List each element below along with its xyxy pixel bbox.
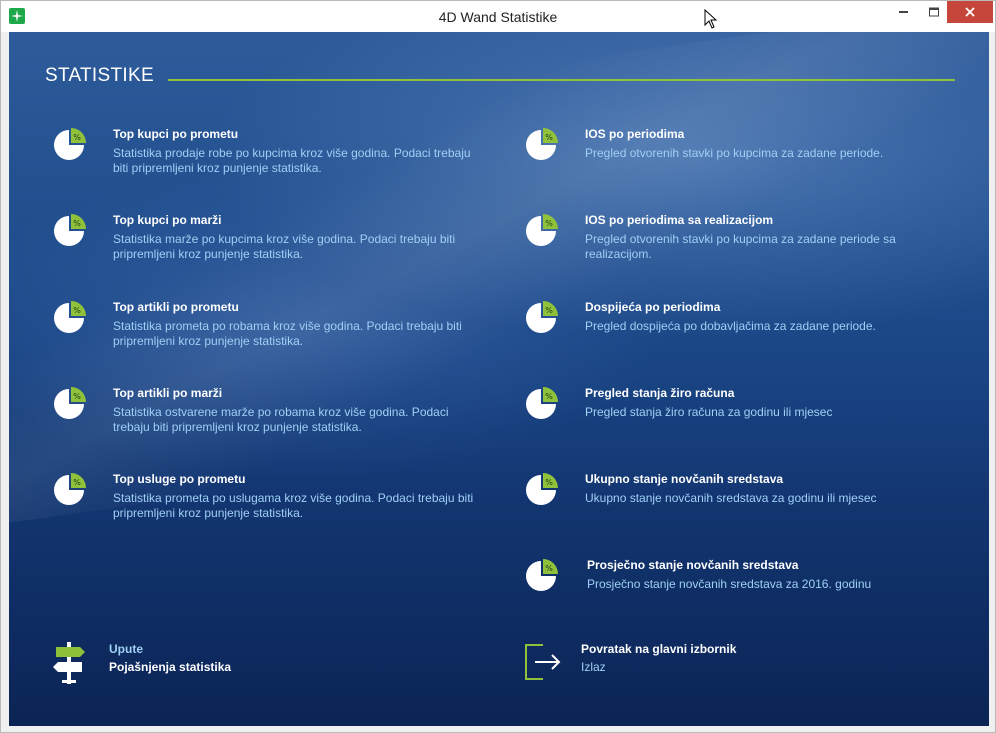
svg-text:%: % — [73, 133, 81, 142]
stat-item-desc: Pregled otvorenih stavki po kupcima za z… — [585, 232, 896, 261]
pie-chart-percent-icon: % — [526, 473, 558, 505]
stat-item-desc: Statistika marže po kupcima kroz više go… — [113, 232, 456, 261]
pie-chart-percent-icon: % — [526, 128, 558, 160]
stat-item-desc: Pregled stanja žiro računa za godinu ili… — [585, 405, 833, 419]
stat-item-title: Prosječno stanje novčanih sredstava — [587, 558, 799, 572]
page-title: STATISTIKE — [45, 65, 154, 86]
svg-text:%: % — [73, 478, 81, 487]
stat-item-desc: Pregled dospijeća po dobavljačima za zad… — [585, 319, 876, 333]
stat-item-desc: Statistika ostvarene marže po robama kro… — [113, 405, 449, 434]
mouse-cursor-icon — [704, 9, 718, 29]
exit-title: Povratak na glavni izbornik — [581, 642, 737, 656]
pie-chart-percent-icon: % — [526, 559, 558, 591]
svg-text:%: % — [545, 478, 553, 487]
app-window: 4D Wand Statistike STATISTIKE % Top kupc… — [0, 0, 996, 733]
exit-subtitle: Izlaz — [581, 660, 606, 674]
maximize-icon — [929, 7, 939, 17]
stat-item-top-artikli-marza[interactable]: % Top artikli po marži Statistika ostvar… — [51, 386, 491, 456]
window-title: 4D Wand Statistike — [438, 9, 558, 25]
stat-item-title: Pregled stanja žiro računa — [585, 386, 735, 400]
close-icon — [965, 7, 975, 17]
pie-chart-percent-icon: % — [54, 214, 86, 246]
stat-item-desc: Statistika prodaje robe po kupcima kroz … — [113, 146, 471, 175]
help-title: Upute — [109, 642, 143, 656]
stat-item-ziro-racun[interactable]: % Pregled stanja žiro računa Pregled sta… — [523, 386, 963, 456]
exit-link[interactable]: Povratak na glavni izbornik Izlaz — [523, 642, 783, 682]
svg-text:%: % — [545, 219, 553, 228]
stat-item-dospijeca[interactable]: % Dospijeća po periodima Pregled dospije… — [523, 300, 963, 370]
pie-chart-percent-icon: % — [526, 387, 558, 419]
pie-chart-percent-icon: % — [54, 128, 86, 160]
stat-item-ukupno-novcana[interactable]: % Ukupno stanje novčanih sredstava Ukupn… — [523, 472, 963, 542]
svg-text:%: % — [545, 392, 553, 401]
stat-item-ios-periodi-realizacija[interactable]: % IOS po periodima sa realizacijom Pregl… — [523, 213, 963, 283]
stat-item-title: Dospijeća po periodima — [585, 300, 721, 314]
stat-item-desc: Statistika prometa po uslugama kroz više… — [113, 491, 474, 520]
svg-text:%: % — [73, 392, 81, 401]
stat-item-title: Top artikli po marži — [113, 386, 223, 400]
stat-item-top-kupci-marza[interactable]: % Top kupci po marži Statistika marže po… — [51, 213, 491, 283]
close-button[interactable] — [947, 1, 993, 23]
pie-chart-percent-icon: % — [526, 301, 558, 333]
stat-item-prosjecno-novcana[interactable]: % Prosječno stanje novčanih sredstava Pr… — [523, 558, 963, 628]
stat-item-desc: Statistika prometa po robama kroz više g… — [113, 319, 462, 348]
pie-chart-percent-icon: % — [54, 473, 86, 505]
help-subtitle: Pojašnjenja statistika — [109, 660, 232, 674]
heading-divider — [168, 79, 955, 81]
exit-arrow-icon — [525, 644, 561, 680]
stat-item-top-usluge-promet[interactable]: % Top usluge po prometu Statistika prome… — [51, 472, 491, 542]
pie-chart-percent-icon: % — [54, 301, 86, 333]
main-content: STATISTIKE % Top kupci po prometu Statis… — [9, 32, 989, 726]
stat-item-ios-periodi[interactable]: % IOS po periodima Pregled otvorenih sta… — [523, 127, 963, 197]
help-link[interactable]: Upute Pojašnjenja statistika — [51, 642, 271, 684]
stat-item-desc: Prosječno stanje novčanih sredstava za 2… — [587, 577, 872, 591]
maximize-button[interactable] — [921, 1, 947, 23]
stat-item-title: Top usluge po prometu — [113, 472, 246, 486]
title-bar[interactable]: 4D Wand Statistike — [1, 1, 995, 32]
stat-item-desc: Pregled otvorenih stavki po kupcima za z… — [585, 146, 884, 160]
stat-item-top-artikli-promet[interactable]: % Top artikli po prometu Statistika prom… — [51, 300, 491, 370]
stat-item-title: IOS po periodima — [585, 127, 685, 141]
stat-item-title: Ukupno stanje novčanih sredstava — [585, 472, 784, 486]
stat-item-title: Top artikli po prometu — [113, 300, 239, 314]
minimize-button[interactable] — [887, 1, 921, 23]
stat-item-title: Top kupci po prometu — [113, 127, 239, 141]
stat-item-title: Top kupci po marži — [113, 213, 222, 227]
svg-text:%: % — [545, 133, 553, 142]
svg-text:%: % — [73, 219, 81, 228]
stat-item-desc: Ukupno stanje novčanih sredstava za godi… — [585, 491, 877, 505]
svg-text:%: % — [545, 564, 553, 573]
stat-item-top-kupci-promet[interactable]: % Top kupci po prometu Statistika prodaj… — [51, 127, 491, 197]
pie-chart-percent-icon: % — [54, 387, 86, 419]
pie-chart-percent-icon: % — [526, 214, 558, 246]
signpost-icon — [53, 642, 85, 684]
minimize-icon — [899, 11, 908, 13]
svg-text:%: % — [73, 306, 81, 315]
stat-item-title: IOS po periodima sa realizacijom — [585, 213, 774, 227]
svg-text:%: % — [545, 306, 553, 315]
